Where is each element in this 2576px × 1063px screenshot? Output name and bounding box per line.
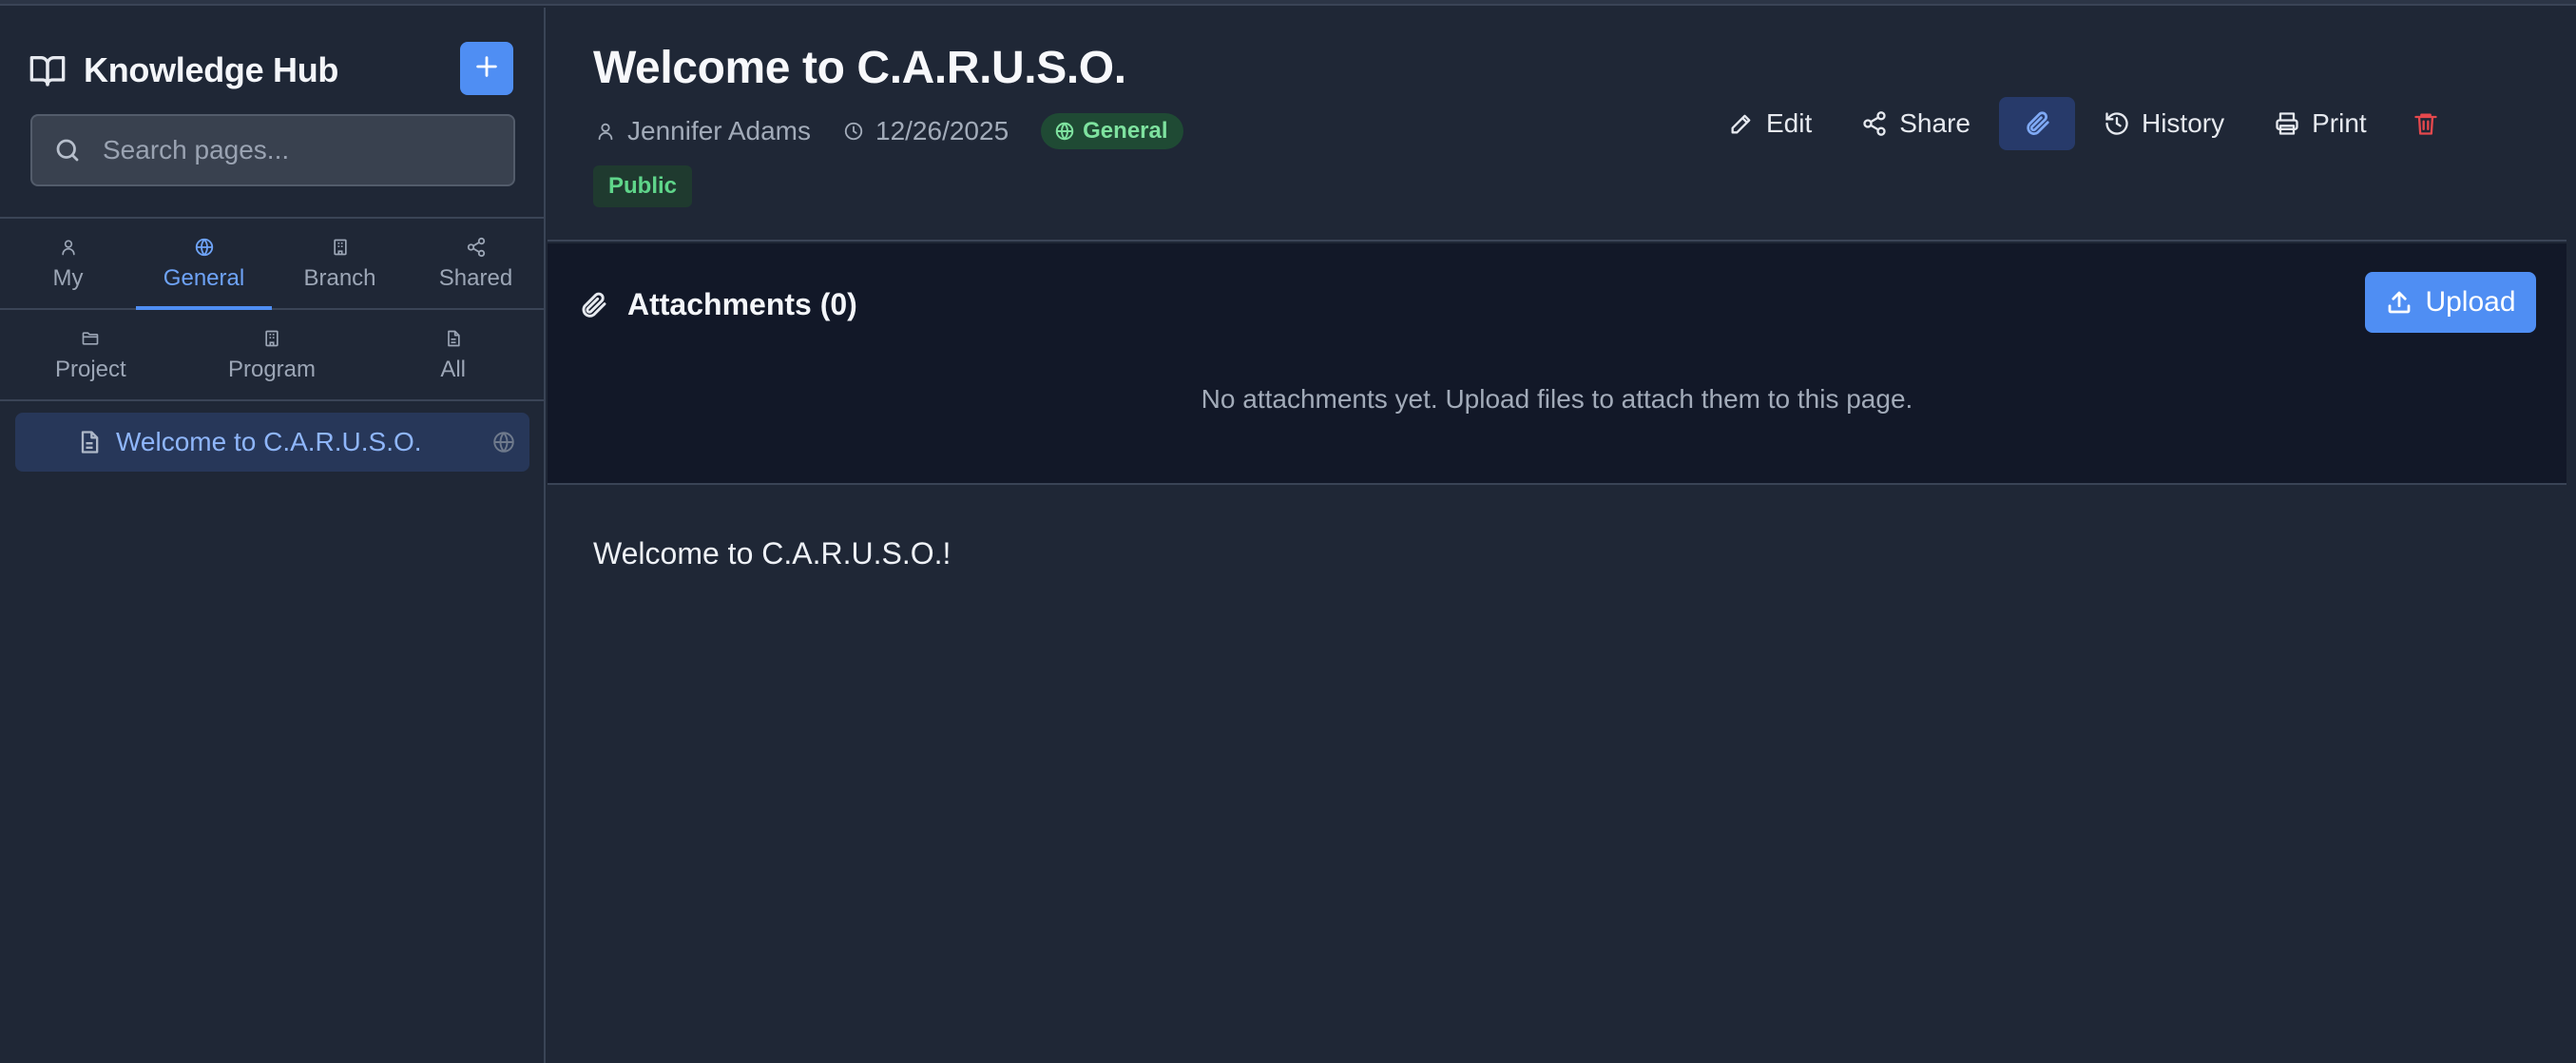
paperclip-icon: [578, 289, 610, 321]
tab-my[interactable]: My: [0, 219, 136, 308]
delete-button[interactable]: [2395, 97, 2458, 150]
new-page-button[interactable]: [460, 42, 513, 95]
clock-icon: [843, 120, 866, 143]
pencil-icon: [1728, 109, 1757, 138]
print-label: Print: [2312, 108, 2367, 138]
page-list-item-label: Welcome to C.A.R.U.S.O.: [116, 427, 422, 456]
page-content: Welcome to C.A.R.U.S.O.!: [593, 536, 952, 570]
category-badge: General: [1041, 113, 1183, 149]
search-icon: [53, 135, 84, 165]
search-input[interactable]: [103, 135, 483, 165]
search-box: [30, 114, 515, 186]
attachments-panel: Attachments (0) Upload No attachments ye…: [548, 243, 2566, 485]
sidebar-header: Knowledge Hub: [29, 42, 513, 99]
tab-branch[interactable]: Branch: [272, 219, 408, 308]
tab-project[interactable]: Project: [0, 310, 182, 399]
tab-shared[interactable]: Shared: [408, 219, 544, 308]
category-badge-label: General: [1083, 118, 1168, 144]
updated-date: 12/26/2025: [843, 116, 1009, 146]
scope-tabs-secondary: Project Program All: [0, 310, 544, 401]
scope-tabs-primary: My General Branch Shared: [0, 217, 544, 310]
tab-label: Program: [227, 357, 317, 382]
upload-label: Upload: [2425, 286, 2516, 318]
author-name: Jennifer Adams: [627, 116, 811, 145]
paperclip-icon: [2023, 109, 2051, 138]
page-list: Welcome to C.A.R.U.S.O.: [15, 413, 529, 472]
tab-label: My: [52, 265, 84, 291]
page-actions: Edit Share History Print: [1707, 97, 2466, 150]
building-icon: [331, 235, 350, 260]
page-list-item[interactable]: Welcome to C.A.R.U.S.O.: [15, 413, 529, 472]
history-icon: [2104, 109, 2132, 138]
globe-icon: [194, 235, 215, 260]
visibility-badge: Public: [593, 165, 693, 207]
tab-label: Branch: [303, 265, 376, 291]
top-border: [0, 0, 2576, 6]
tab-label: Shared: [438, 265, 513, 291]
tab-program[interactable]: Program: [182, 310, 363, 399]
app-root: Knowledge Hub My: [0, 0, 2576, 1063]
share-icon: [1861, 109, 1890, 138]
upload-button[interactable]: Upload: [2365, 272, 2536, 333]
tab-all[interactable]: All: [362, 310, 544, 399]
globe-icon: [1054, 121, 1075, 142]
printer-icon: [2274, 109, 2302, 138]
attachments-empty-message: No attachments yet. Upload files to atta…: [1201, 384, 1913, 414]
share-button[interactable]: Share: [1840, 97, 1991, 150]
page-header: Welcome to C.A.R.U.S.O. Jennifer Adams 1…: [548, 8, 2566, 242]
attachments-toggle-button[interactable]: [1998, 97, 2075, 150]
tab-general[interactable]: General: [136, 219, 272, 310]
globe-icon: [491, 430, 516, 454]
document-icon: [76, 427, 105, 457]
share-label: Share: [1899, 108, 1970, 138]
document-icon: [444, 326, 463, 351]
author: Jennifer Adams: [595, 116, 811, 146]
book-open-icon: [29, 51, 67, 89]
app-title: Knowledge Hub: [84, 50, 339, 89]
user-icon: [59, 235, 78, 260]
history-button[interactable]: History: [2083, 97, 2245, 150]
tab-label: General: [163, 265, 245, 291]
share-icon: [466, 235, 487, 260]
edit-button[interactable]: Edit: [1707, 97, 1833, 150]
attachments-title: Attachments (0): [627, 287, 857, 321]
tab-label: Project: [54, 357, 126, 382]
date-text: 12/26/2025: [875, 116, 1009, 145]
history-label: History: [2141, 108, 2225, 138]
plus-icon: [473, 53, 500, 85]
trash-icon: [2413, 109, 2441, 138]
user-icon: [595, 120, 618, 143]
page-meta: Jennifer Adams 12/26/2025 General: [595, 112, 1183, 150]
building-icon: [262, 326, 281, 351]
folder-icon: [80, 326, 101, 351]
edit-label: Edit: [1766, 108, 1813, 138]
sidebar: Knowledge Hub My: [0, 8, 546, 1063]
main-panel: Welcome to C.A.R.U.S.O. Jennifer Adams 1…: [548, 8, 2576, 1063]
print-button[interactable]: Print: [2253, 97, 2388, 150]
attachments-header: Attachments (0): [578, 287, 857, 322]
upload-icon: [2385, 287, 2415, 318]
tab-label: All: [440, 357, 467, 382]
page-title: Welcome to C.A.R.U.S.O.: [593, 43, 1126, 93]
